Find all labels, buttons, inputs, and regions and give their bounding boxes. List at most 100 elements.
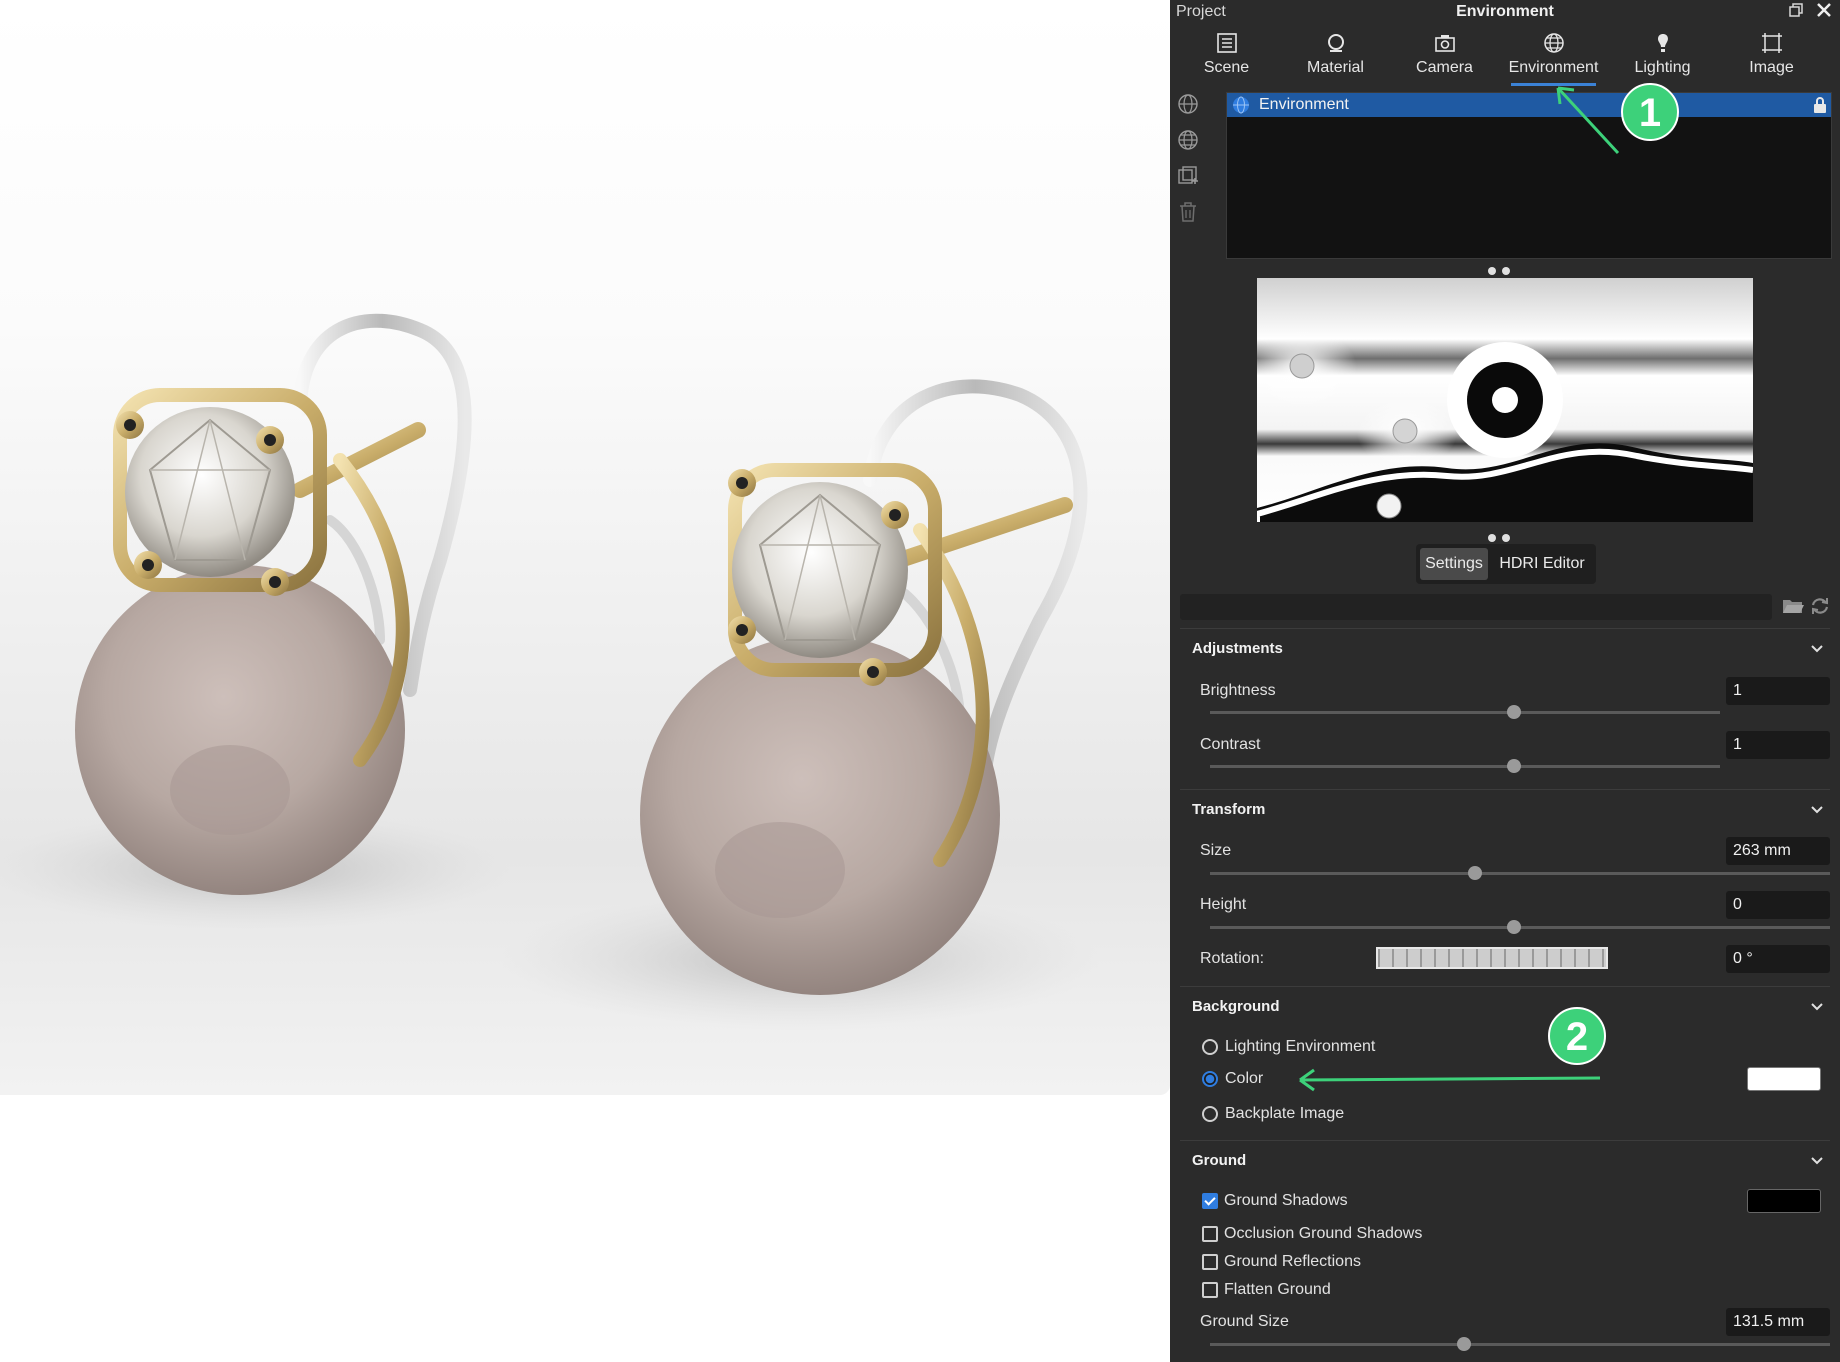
- image-icon: [1761, 33, 1782, 53]
- earrings-render: [0, 313, 1100, 1030]
- color-radio[interactable]: [1202, 1071, 1218, 1087]
- background-color-swatch[interactable]: [1747, 1067, 1821, 1091]
- brightness-input[interactable]: 1: [1726, 677, 1830, 705]
- environment-list[interactable]: Environment: [1226, 92, 1832, 259]
- height-input[interactable]: 0: [1726, 891, 1830, 919]
- ground-shadow-color-swatch[interactable]: [1747, 1189, 1821, 1213]
- ground-size-value: 131.5 mm: [1733, 1313, 1805, 1330]
- tab-material[interactable]: Material: [1281, 28, 1390, 86]
- hdri-preview[interactable]: [1257, 278, 1753, 522]
- ground-reflections-checkbox[interactable]: [1202, 1254, 1218, 1270]
- contrast-label: Contrast: [1200, 736, 1261, 753]
- restore-window-icon[interactable]: [1786, 2, 1806, 22]
- environment-panel: Project Environment Scene Material Camer…: [1170, 0, 1840, 1362]
- splitter-handle[interactable]: [1488, 262, 1528, 293]
- panel-title: Environment: [1456, 3, 1554, 20]
- ground-reflections-label[interactable]: Ground Reflections: [1224, 1253, 1361, 1271]
- size-label: Size: [1200, 842, 1232, 859]
- tab-material-label: Material: [1307, 59, 1364, 76]
- contrast-slider-thumb[interactable]: [1507, 759, 1521, 773]
- height-value: 0: [1733, 896, 1742, 913]
- ground-title: Ground: [1192, 1152, 1247, 1169]
- import-environment-icon[interactable]: [1176, 164, 1200, 188]
- ground-size-slider[interactable]: [1210, 1343, 1830, 1346]
- environment-name: Environment: [1259, 96, 1349, 113]
- material-icon: [1327, 34, 1344, 52]
- flatten-ground-checkbox[interactable]: [1202, 1282, 1218, 1298]
- marker-2: 2: [1566, 1015, 1588, 1059]
- backplate-image-label[interactable]: Backplate Image: [1225, 1105, 1344, 1123]
- contrast-input[interactable]: 1: [1726, 731, 1830, 759]
- adjustments-title: Adjustments: [1192, 640, 1283, 657]
- refresh-icon[interactable]: [1810, 596, 1830, 621]
- size-input[interactable]: 263 mm: [1726, 837, 1830, 865]
- rotation-label: Rotation:: [1200, 950, 1265, 967]
- transform-section: Transform Size 263 mm Height 0 Rotation:…: [1180, 790, 1830, 986]
- color-label[interactable]: Color: [1225, 1070, 1263, 1088]
- hdri-editor-tab[interactable]: HDRI Editor: [1492, 548, 1592, 580]
- folder-open-icon[interactable]: [1782, 596, 1804, 621]
- settings-tab[interactable]: Settings: [1420, 548, 1488, 580]
- ground-shadows-label[interactable]: Ground Shadows: [1224, 1192, 1348, 1210]
- rotation-dial[interactable]: [1376, 947, 1608, 969]
- contrast-slider[interactable]: [1210, 765, 1720, 768]
- ground-header[interactable]: Ground: [1180, 1141, 1830, 1181]
- duplicate-environment-icon[interactable]: [1176, 128, 1200, 152]
- marker-1: 1: [1639, 91, 1661, 135]
- height-label: Height: [1200, 896, 1247, 913]
- tab-scene[interactable]: Scene: [1172, 28, 1281, 86]
- ground-section: Ground Ground Shadows Occlusion Ground S…: [1180, 1141, 1830, 1362]
- backplate-image-radio[interactable]: [1202, 1106, 1218, 1122]
- add-environment-icon[interactable]: [1176, 92, 1200, 116]
- view-toggle: Settings HDRI Editor: [1416, 544, 1596, 584]
- chevron-down-icon[interactable]: [1810, 1153, 1824, 1171]
- splitter-handle[interactable]: [1488, 529, 1528, 560]
- hdri-path-field[interactable]: [1180, 594, 1772, 620]
- height-slider-thumb[interactable]: [1507, 920, 1521, 934]
- size-slider[interactable]: [1210, 872, 1830, 875]
- contrast-value: 1: [1733, 736, 1742, 753]
- tab-image[interactable]: Image: [1717, 28, 1826, 86]
- chevron-down-icon[interactable]: [1810, 999, 1824, 1017]
- brightness-slider[interactable]: [1210, 711, 1720, 714]
- list-item[interactable]: Environment: [1227, 93, 1831, 117]
- camera-icon: [1434, 35, 1455, 52]
- background-title: Background: [1192, 998, 1280, 1015]
- title-bar: Project Environment: [1170, 0, 1840, 26]
- environment-toolbar: [1176, 92, 1206, 236]
- ground-size-input[interactable]: 131.5 mm: [1726, 1308, 1830, 1336]
- rotation-input[interactable]: 0 °: [1726, 945, 1830, 973]
- tab-environment-label: Environment: [1508, 59, 1599, 76]
- brightness-slider-thumb[interactable]: [1507, 705, 1521, 719]
- transform-header[interactable]: Transform: [1180, 790, 1830, 830]
- render-viewport[interactable]: [0, 0, 1170, 1095]
- chevron-down-icon[interactable]: [1810, 802, 1824, 820]
- tab-lighting-label: Lighting: [1634, 59, 1691, 76]
- rotation-value: 0 °: [1733, 950, 1753, 967]
- bulb-icon: [1657, 34, 1668, 52]
- occlusion-ground-shadows-label[interactable]: Occlusion Ground Shadows: [1224, 1225, 1422, 1243]
- close-icon[interactable]: [1814, 2, 1834, 22]
- lighting-environment-radio[interactable]: [1202, 1039, 1218, 1055]
- globe-icon: [1231, 95, 1251, 120]
- chevron-down-icon[interactable]: [1810, 641, 1824, 659]
- tab-scene-label: Scene: [1203, 59, 1250, 76]
- trash-icon[interactable]: [1176, 200, 1200, 224]
- tab-camera[interactable]: Camera: [1390, 28, 1499, 86]
- adjustments-section: Adjustments Brightness 1 Contrast 1: [1180, 629, 1830, 789]
- flatten-ground-label[interactable]: Flatten Ground: [1224, 1281, 1331, 1299]
- occlusion-ground-shadows-checkbox[interactable]: [1202, 1226, 1218, 1242]
- ground-shadows-checkbox[interactable]: [1202, 1193, 1218, 1209]
- adjustments-header[interactable]: Adjustments: [1180, 629, 1830, 669]
- globe-icon: [1543, 33, 1564, 53]
- size-value: 263 mm: [1733, 842, 1791, 859]
- lock-icon[interactable]: [1813, 97, 1827, 118]
- size-slider-thumb[interactable]: [1468, 866, 1482, 880]
- transform-title: Transform: [1192, 801, 1266, 818]
- tab-camera-label: Camera: [1416, 59, 1473, 76]
- ground-size-slider-thumb[interactable]: [1457, 1337, 1471, 1351]
- brightness-label: Brightness: [1200, 682, 1276, 699]
- tab-image-label: Image: [1749, 59, 1794, 76]
- scene-icon: [1216, 33, 1237, 53]
- main-tabs: Scene Material Camera Environment Lighti…: [1170, 28, 1840, 86]
